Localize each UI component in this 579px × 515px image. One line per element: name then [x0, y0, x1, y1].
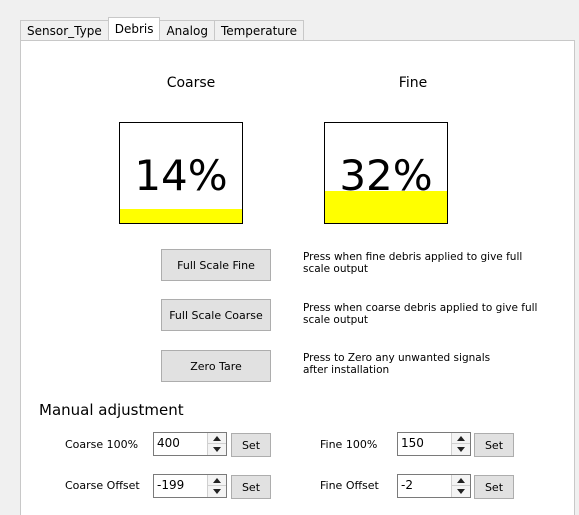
fine-100-value: 150 [401, 436, 424, 450]
fine-offset-spinbox[interactable]: -2 [397, 474, 471, 498]
coarse-gauge-fill [120, 209, 242, 223]
tab-sensor-type[interactable]: Sensor_Type [20, 20, 109, 40]
coarse-caption: Coarse [166, 75, 216, 91]
fine-offset-arrows [451, 475, 470, 497]
fine-offset-label: Fine Offset [320, 479, 379, 492]
fine-100-set-button[interactable]: Set [474, 433, 514, 457]
fine-100-up-arrow-icon[interactable] [452, 433, 470, 444]
coarse-offset-down-arrow-icon[interactable] [208, 486, 226, 497]
coarse-offset-value: -199 [157, 478, 185, 492]
full-scale-fine-description: Press when fine debris applied to give f… [303, 251, 553, 275]
tab-debris[interactable]: Debris [107, 17, 161, 40]
coarse-percent: 14% [134, 151, 228, 200]
zero-tare-desc-line1: Press to Zero any unwanted signals [303, 352, 491, 364]
coarse-100-down-arrow-icon[interactable] [208, 444, 226, 455]
fine-percent: 32% [339, 151, 433, 200]
fine-caption: Fine [398, 75, 428, 91]
full-scale-fine-button[interactable]: Full Scale Fine [161, 249, 271, 281]
fine-gauge: 32% [324, 122, 448, 224]
zero-tare-button[interactable]: Zero Tare [161, 350, 271, 382]
full-scale-fine-desc-line1: Press when fine debris applied to give f… [303, 251, 523, 263]
fine-100-down-arrow-icon[interactable] [452, 444, 470, 455]
coarse-offset-label: Coarse Offset [65, 479, 140, 492]
coarse-100-set-button[interactable]: Set [231, 433, 271, 457]
fine-100-arrows [451, 433, 470, 455]
full-scale-coarse-description: Press when coarse debris applied to give… [303, 302, 553, 326]
coarse-100-spinbox[interactable]: 400 [153, 432, 227, 456]
fine-100-label: Fine 100% [320, 438, 378, 451]
coarse-100-label: Coarse 100% [65, 438, 139, 451]
fine-offset-down-arrow-icon[interactable] [452, 486, 470, 497]
coarse-100-up-arrow-icon[interactable] [208, 433, 226, 444]
coarse-offset-spinbox[interactable]: -199 [153, 474, 227, 498]
full-scale-coarse-button[interactable]: Full Scale Coarse [161, 299, 271, 331]
tab-temperature[interactable]: Temperature [213, 20, 304, 40]
manual-adjustment-title: Manual adjustment [39, 401, 184, 419]
zero-tare-description: Press to Zero any unwanted signals after… [303, 352, 553, 376]
coarse-offset-arrows [207, 475, 226, 497]
fine-offset-set-button[interactable]: Set [474, 475, 514, 499]
coarse-offset-up-arrow-icon[interactable] [208, 475, 226, 486]
full-scale-coarse-desc-line1: Press when coarse debris applied to give… [303, 302, 538, 314]
fine-100-spinbox[interactable]: 150 [397, 432, 471, 456]
zero-tare-desc-line2: after installation [303, 364, 390, 376]
coarse-100-value: 400 [157, 436, 180, 450]
full-scale-fine-desc-line2: scale output [303, 263, 369, 275]
full-scale-coarse-desc-line2: scale output [303, 314, 369, 326]
coarse-100-arrows [207, 433, 226, 455]
coarse-offset-set-button[interactable]: Set [231, 475, 271, 499]
tab-analog[interactable]: Analog [159, 20, 215, 40]
coarse-gauge: 14% [119, 122, 243, 224]
fine-offset-up-arrow-icon[interactable] [452, 475, 470, 486]
debris-panel: Coarse Fine 14% 32% Full Scale Fine Pres… [20, 40, 575, 515]
tab-bar: Sensor_Type Debris Analog Temperature [20, 17, 304, 40]
fine-offset-value: -2 [401, 478, 413, 492]
